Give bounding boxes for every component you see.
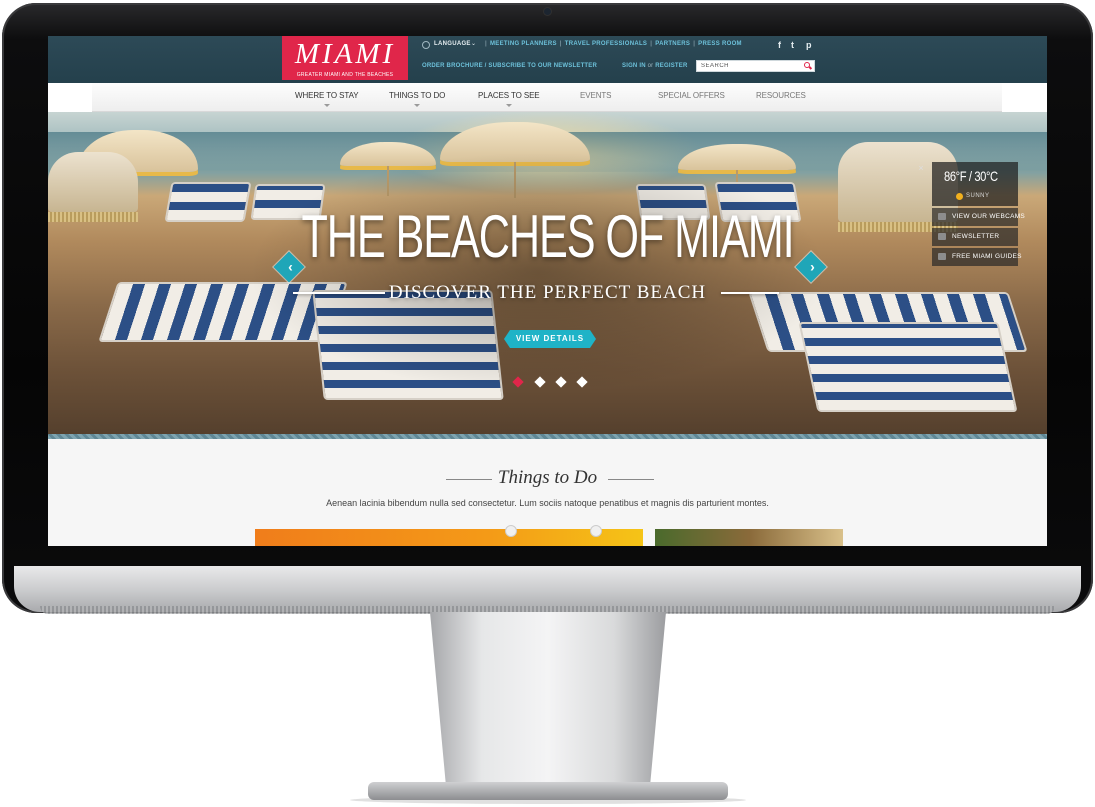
language-selector[interactable]: LANGUAGE: [434, 41, 471, 47]
newsletter-button[interactable]: NEWSLETTER: [932, 228, 1018, 246]
facebook-icon[interactable]: f: [778, 40, 781, 50]
camera-icon: [938, 213, 946, 220]
link-partners[interactable]: PARTNERS: [655, 41, 690, 47]
envelope-icon: [938, 233, 946, 240]
nav-places-to-see[interactable]: PLACES TO SEE: [478, 91, 540, 107]
feature-card[interactable]: [655, 529, 843, 546]
weather-widget: 86°F / 30°C SUNNY: [932, 162, 1018, 206]
caret-down-icon: [414, 104, 421, 107]
sun-icon: [956, 193, 963, 200]
search-box: [696, 60, 815, 72]
link-press-room[interactable]: PRESS ROOM: [698, 41, 742, 47]
monitor-stand: [430, 612, 666, 792]
guide-icon: [938, 253, 946, 260]
main-nav: WHERE TO STAY THINGS TO DO PLACES TO SEE…: [92, 83, 1002, 112]
section-description: Aenean lacinia bibendum nulla sed consec…: [326, 498, 769, 508]
logo-tagline: GREATER MIAMI AND THE BEACHES: [296, 72, 394, 78]
divider-line: [721, 292, 779, 294]
search-icon[interactable]: [804, 62, 810, 68]
nav-special-offers[interactable]: SPECIAL OFFERS: [658, 91, 725, 100]
hero-slider: THE BEACHES OF MIAMI DISCOVER THE PERFEC…: [48, 112, 1047, 434]
caret-down-icon: [323, 104, 330, 107]
hero-subtitle: DISCOVER THE PERFECT BEACH: [388, 282, 707, 303]
link-meeting-planners[interactable]: MEETING PLANNERS: [490, 41, 557, 47]
divider-line: [608, 479, 654, 480]
imac-monitor: MIAMI GREATER MIAMI AND THE BEACHES LANG…: [0, 0, 1095, 807]
globe-icon: [422, 41, 430, 49]
nav-events[interactable]: EVENTS: [580, 91, 612, 100]
twitter-icon[interactable]: t: [791, 40, 794, 50]
pin-icon: [505, 525, 517, 537]
register-link[interactable]: REGISTER: [655, 63, 687, 69]
nav-label: PLACES TO SEE: [478, 91, 540, 100]
nav-label: RESOURCES: [756, 91, 806, 100]
account-links: SIGN IN or REGISTER: [622, 63, 688, 69]
sign-in-link[interactable]: SIGN IN: [622, 63, 646, 69]
caret-down-icon: [505, 104, 512, 107]
webcams-label: VIEW OUR WEBCAMS: [952, 213, 1026, 220]
pinterest-icon[interactable]: p: [806, 40, 812, 50]
feature-card[interactable]: [255, 525, 643, 546]
chevron-down-icon[interactable]: ⌄: [471, 40, 476, 47]
or-text: or: [647, 63, 654, 69]
view-details-button[interactable]: VIEW DETAILS: [504, 330, 596, 348]
utility-links: | MEETING PLANNERS | TRAVEL PROFESSIONALS | P…: [485, 41, 742, 47]
nav-label: EVENTS: [580, 91, 612, 100]
weather-condition: SUNNY: [966, 193, 990, 199]
link-travel-professionals[interactable]: TRAVEL PROFESSIONALS: [565, 41, 647, 47]
nav-label: SPECIAL OFFERS: [658, 91, 725, 100]
nav-where-to-stay[interactable]: WHERE TO STAY: [295, 91, 359, 107]
nav-label: WHERE TO STAY: [295, 91, 359, 100]
monitor-foot: [368, 782, 728, 800]
logo-wordmark: MIAMI: [294, 38, 396, 70]
pin-icon: [590, 525, 602, 537]
search-input[interactable]: [697, 61, 805, 71]
top-bar: MIAMI GREATER MIAMI AND THE BEACHES LANG…: [48, 36, 1047, 83]
webcams-button[interactable]: VIEW OUR WEBCAMS: [932, 208, 1025, 226]
nav-things-to-do[interactable]: THINGS TO DO: [389, 91, 446, 107]
temperature-readout: 86°F / 30°C: [944, 168, 998, 184]
things-to-do-section: Things to Do Aenean lacinia bibendum nul…: [48, 439, 1047, 546]
order-brochure-link[interactable]: ORDER BROCHURE / SUBSCRIBE TO OUR NEWSLE…: [422, 63, 597, 69]
chevron-left-icon: ‹: [288, 258, 293, 275]
miami-logo[interactable]: MIAMI GREATER MIAMI AND THE BEACHES: [282, 36, 408, 80]
webcam-icon: [544, 8, 551, 15]
guides-button[interactable]: FREE MIAMI GUIDES: [932, 248, 1021, 266]
newsletter-label: NEWSLETTER: [952, 233, 1000, 240]
close-icon[interactable]: ×: [914, 162, 928, 174]
section-title: Things to Do: [497, 467, 598, 488]
website-screen: MIAMI GREATER MIAMI AND THE BEACHES LANG…: [48, 36, 1047, 546]
chevron-right-icon: ›: [810, 258, 815, 275]
nav-resources[interactable]: RESOURCES: [756, 91, 806, 100]
guides-label: FREE MIAMI GUIDES: [952, 253, 1022, 260]
nav-label: THINGS TO DO: [389, 91, 446, 100]
